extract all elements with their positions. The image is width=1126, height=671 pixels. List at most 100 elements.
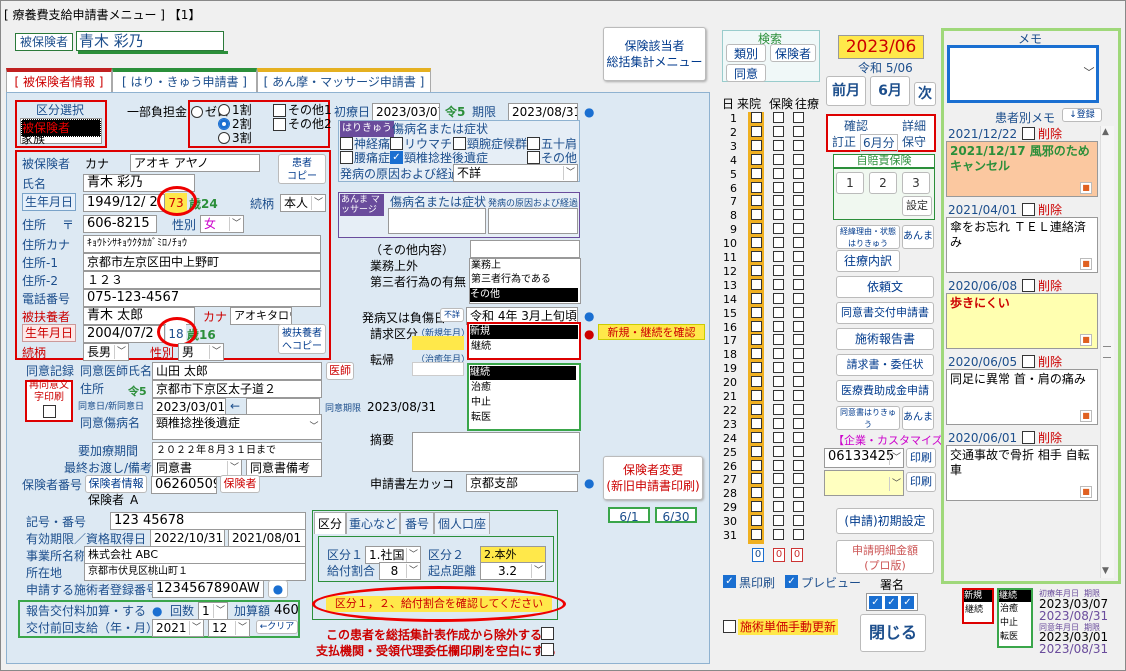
claim-option-selected[interactable]: 新規	[470, 325, 578, 339]
memo-delete-checkbox[interactable]	[1022, 355, 1035, 368]
calendar-visit-checkbox[interactable]	[751, 195, 762, 207]
burden-radio-2[interactable]	[218, 118, 230, 130]
symptom-other-checkbox[interactable]	[527, 151, 540, 164]
confirm-days[interactable]: 6月分	[860, 134, 898, 152]
dependent-relation-select[interactable]: 長男 ﹀	[83, 343, 129, 361]
calendar-insurance-checkbox[interactable]	[773, 473, 784, 485]
calendar-insurance-checkbox[interactable]	[773, 278, 784, 290]
search-consent-button[interactable]: 同意	[726, 64, 766, 82]
calendar-round-checkbox[interactable]	[793, 264, 804, 276]
calendar-round-checkbox[interactable]	[793, 112, 804, 123]
calendar-round-checkbox[interactable]	[793, 278, 804, 290]
patient-copy-button[interactable]: 患者 コピー	[278, 154, 326, 184]
calendar-insurance-checkbox[interactable]	[773, 125, 784, 137]
memo-edit-icon[interactable]: ■	[1080, 486, 1092, 498]
calendar-insurance-checkbox[interactable]	[773, 209, 784, 221]
custom-select-1[interactable]: 06133425 ﹀	[824, 448, 904, 468]
period-dot-icon[interactable]: ●	[584, 104, 594, 120]
outcome-option-transfer[interactable]: 転医	[471, 411, 491, 425]
calendar-round-checkbox[interactable]	[793, 390, 804, 401]
onset-unknown-button[interactable]: 不詳	[440, 308, 464, 322]
scroll-down-icon[interactable]: ▼	[1102, 566, 1109, 576]
memo-entry-text[interactable]: 交通事故で骨折 相手 自転車	[946, 445, 1098, 501]
calendar-insurance-checkbox[interactable]	[773, 487, 784, 499]
next-month-button[interactable]: 次	[914, 82, 936, 106]
subtab-number[interactable]: 番号	[400, 512, 434, 534]
tab-anma[interactable]: [ あん摩・マッサージ申請書 ]	[257, 68, 431, 92]
calendar-visit-checkbox[interactable]	[751, 473, 762, 485]
calendar-visit-checkbox[interactable]	[751, 139, 762, 151]
calendar-visit-checkbox[interactable]	[751, 209, 762, 221]
calendar-visit-checkbox[interactable]	[751, 459, 762, 471]
calendar-insurance-checkbox[interactable]	[773, 334, 784, 346]
dependent-sex-select[interactable]: 男 ﹀	[178, 343, 224, 361]
custom-select-2[interactable]: ﹀	[824, 470, 904, 496]
calendar-visit-checkbox[interactable]	[751, 167, 762, 179]
reconsent-checkbox[interactable]	[43, 405, 56, 418]
calendar-round-checkbox[interactable]	[793, 487, 804, 499]
calendar-visit-checkbox[interactable]	[751, 153, 762, 165]
symptom-neuralgia-checkbox[interactable]	[340, 137, 353, 150]
valid-field[interactable]: 2022/10/31	[150, 529, 225, 547]
calendar-insurance-checkbox[interactable]	[773, 515, 784, 527]
prev-month-select[interactable]: 12 ﹀	[208, 619, 250, 637]
clear-button[interactable]: ←クリア	[256, 620, 298, 634]
reason-harikyu-button[interactable]: 経緯理由・状態はりきゅう	[836, 225, 900, 249]
kubun-option-family[interactable]: 家族	[21, 131, 101, 147]
tab-harikyu[interactable]: [ はり・きゅう申請書 ]	[112, 68, 257, 92]
consent-anma-button[interactable]: あんま	[902, 406, 934, 430]
chevron-down-icon[interactable]: ﹀	[1082, 66, 1096, 80]
prev-month-button[interactable]: 前月	[826, 76, 866, 106]
dependent-kana-field[interactable]: アオキタロウ	[230, 307, 292, 325]
custom-print-button-1[interactable]: 印刷	[906, 448, 936, 468]
acquired-field[interactable]: 2021/08/01	[228, 529, 306, 547]
calendar-visit-checkbox[interactable]	[751, 320, 762, 332]
memo-edit-icon[interactable]: ■	[1080, 334, 1092, 346]
calendar-round-checkbox[interactable]	[793, 320, 804, 332]
invoice-button[interactable]: 請求書・委任状	[836, 354, 934, 376]
search-kind-button[interactable]: 類別	[726, 44, 766, 62]
calendar-insurance-checkbox[interactable]	[773, 264, 784, 276]
confirm-label[interactable]: 確認	[844, 118, 868, 134]
calendar-round-checkbox[interactable]	[793, 223, 804, 235]
calendar-insurance-checkbox[interactable]	[773, 195, 784, 207]
insured-relation-select[interactable]: 本人 ﹀	[280, 194, 326, 212]
calendar-visit-checkbox[interactable]	[751, 403, 762, 415]
save-label[interactable]: 保守	[902, 134, 926, 150]
insurer-number-field[interactable]: 06260509	[151, 476, 217, 494]
calendar-insurance-checkbox[interactable]	[773, 501, 784, 513]
memo-entry-text[interactable]: 同足に異常 首・肩の痛み	[946, 369, 1098, 425]
round-detail-button[interactable]: 往療内訳	[836, 250, 900, 272]
calendar-visit-checkbox[interactable]	[751, 264, 762, 276]
symptom-lumbago-checkbox[interactable]	[340, 151, 353, 164]
calendar-insurance-checkbox[interactable]	[773, 348, 784, 360]
registration-dot-button[interactable]: ●	[268, 580, 288, 598]
calendar-visit-checkbox[interactable]	[751, 431, 762, 443]
calendar-round-checkbox[interactable]	[793, 417, 804, 429]
calendar-round-checkbox[interactable]	[793, 348, 804, 360]
calendar-round-checkbox[interactable]	[793, 473, 804, 485]
calendar-round-checkbox[interactable]	[793, 181, 804, 193]
initial-setting-button[interactable]: (申請)初期設定	[836, 508, 934, 534]
calendar-visit-checkbox[interactable]	[751, 334, 762, 346]
symbol-field[interactable]: 123 45678	[110, 512, 306, 530]
calendar-insurance-checkbox[interactable]	[773, 320, 784, 332]
calendar-insurance-checkbox[interactable]	[773, 306, 784, 318]
calendar-visit-checkbox[interactable]	[751, 445, 762, 457]
calendar-insurance-checkbox[interactable]	[773, 139, 784, 151]
calendar-insurance-checkbox[interactable]	[773, 237, 784, 249]
calendar-insurance-checkbox[interactable]	[773, 529, 784, 540]
calendar-round-checkbox[interactable]	[793, 237, 804, 249]
prev-year-select[interactable]: 2021 ﹀	[152, 619, 204, 637]
calendar-visit-checkbox[interactable]	[751, 112, 762, 123]
calendar-visit-checkbox[interactable]	[751, 376, 762, 388]
outcome-option-stop[interactable]: 中止	[471, 396, 491, 410]
left-bracket-field[interactable]: 京都支部	[466, 474, 578, 492]
tab-insured-info[interactable]: [ 被保険者情報 ]	[6, 68, 112, 92]
dependent-copy-button[interactable]: 被扶養者 へコピー	[278, 324, 326, 354]
left-bracket-dot-icon[interactable]: ●	[584, 475, 594, 491]
memo-register-button[interactable]: ↓登録	[1062, 108, 1102, 122]
memo-delete-checkbox[interactable]	[1022, 127, 1035, 140]
calendar-insurance-checkbox[interactable]	[773, 223, 784, 235]
doctor-button[interactable]: 医師	[326, 362, 354, 380]
